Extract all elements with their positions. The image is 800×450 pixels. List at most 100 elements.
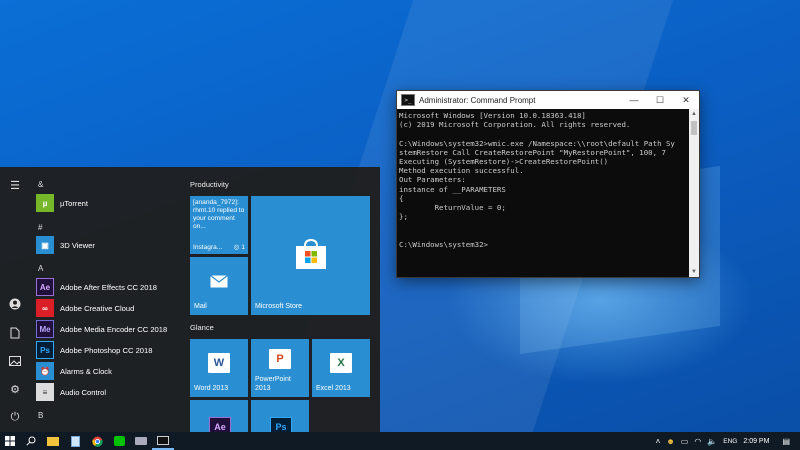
cmd-console-output[interactable]: Microsoft Windows [Version 10.0.18363.41…	[397, 109, 689, 277]
network-icon[interactable]: ▭	[681, 437, 689, 446]
app-after-effects[interactable]: Ae Adobe After Effects CC 2018	[36, 278, 157, 296]
cmd-line	[399, 221, 687, 230]
instagram-badge: ◎ 1	[233, 243, 245, 252]
tile-label: PowerPoint 2013	[255, 376, 291, 392]
app-list: & µ µTorrent # ▣ 3D Viewer A Ae Adobe Af…	[30, 167, 178, 433]
cube-icon: ▣	[36, 236, 54, 254]
cmd-line: Out Parameters:	[399, 175, 466, 185]
settings-gear-icon[interactable]: ⚙	[6, 380, 24, 398]
taskbar: ˄ ☻ ▭ ◠ 🔈 ENG 2:09 PM ▤	[0, 432, 800, 450]
start-rail: ☰ ⚙ ⏻	[0, 167, 30, 433]
command-prompt-window[interactable]: >_ Administrator: Command Prompt — ☐ ✕ M…	[396, 90, 700, 278]
language-indicator[interactable]: ENG	[723, 438, 737, 445]
command-prompt-taskbar-icon[interactable]	[152, 432, 174, 450]
minimize-button[interactable]: —	[621, 95, 647, 105]
wifi-icon[interactable]: ◠	[694, 437, 701, 446]
list-header-amp[interactable]: &	[38, 180, 43, 189]
clock-time[interactable]: 2:09 PM	[743, 438, 769, 445]
cmd-title: Administrator: Command Prompt	[419, 95, 536, 105]
tile-word[interactable]: W Word 2013	[190, 339, 248, 397]
search-icon[interactable]	[20, 432, 42, 450]
list-header-a[interactable]: A	[38, 264, 43, 273]
instagram-notification: [ananda_7972]: rhmt.10 replied to your c…	[193, 199, 245, 230]
line-messenger-icon[interactable]	[108, 432, 130, 450]
scroll-up-icon[interactable]: ▲	[689, 109, 699, 119]
after-effects-icon: Ae	[36, 278, 54, 296]
photoshop-icon: Ps	[36, 341, 54, 359]
cmd-line: stemRestore Call CreateRestorePoint "MyR…	[399, 147, 666, 157]
cmd-app-icon: >_	[401, 94, 415, 106]
tile-microsoft-store[interactable]: Microsoft Store	[251, 196, 370, 315]
cmd-scrollbar[interactable]: ▲ ▼	[689, 109, 699, 277]
tile-label: Excel 2013	[316, 384, 351, 392]
app-creative-cloud[interactable]: ∞ Adobe Creative Cloud	[36, 299, 134, 317]
cmd-title-bar[interactable]: >_ Administrator: Command Prompt — ☐ ✕	[397, 91, 699, 109]
tile-area: Productivity [ananda_7972]: rhmt.10 repl…	[190, 167, 380, 440]
start-menu: ☰ ⚙ ⏻ & µ µTorrent # ▣ 3D Viewer A Ae Ad…	[0, 167, 380, 440]
app-label: Alarms & Clock	[60, 366, 112, 376]
audio-control-icon: ≡	[36, 383, 54, 401]
creative-cloud-icon: ∞	[36, 299, 54, 317]
tile-label: Mail	[194, 302, 207, 310]
group-glance[interactable]: Glance	[190, 323, 214, 332]
windows-start-icon[interactable]	[0, 432, 20, 450]
tile-excel[interactable]: X Excel 2013	[312, 339, 370, 397]
hamburger-menu-icon[interactable]: ☰	[6, 176, 24, 194]
excel-icon: X	[330, 353, 352, 373]
group-productivity[interactable]: Productivity	[190, 180, 229, 189]
power-icon[interactable]: ⏻	[6, 408, 24, 426]
cmd-line: ReturnValue = 0;	[399, 203, 506, 213]
badge-count: 1	[241, 243, 245, 251]
printer-icon[interactable]	[130, 432, 152, 450]
notification-icon[interactable]: ▤	[782, 437, 790, 446]
cmd-line: C:\Windows\system32>	[399, 239, 488, 249]
tile-mail[interactable]: Mail	[190, 257, 248, 315]
chevron-up-icon[interactable]: ˄	[656, 437, 661, 446]
user-avatar-icon[interactable]	[6, 295, 24, 313]
powerpoint-icon: P	[269, 349, 291, 369]
volume-icon[interactable]: 🔈	[707, 437, 717, 446]
media-encoder-icon: Me	[36, 320, 54, 338]
maximize-button[interactable]: ☐	[647, 95, 673, 106]
app-label: Adobe Media Encoder CC 2018	[60, 324, 168, 334]
tile-label: Microsoft Store	[255, 302, 303, 310]
tile-label: Instagra...	[193, 244, 223, 251]
tile-label: Word 2013	[194, 384, 229, 392]
cmd-line: (c) 2019 Microsoft Corporation. All righ…	[399, 120, 631, 130]
app-photoshop[interactable]: Ps Adobe Photoshop CC 2018	[36, 341, 152, 359]
app-label: Audio Control	[60, 387, 107, 397]
app-media-encoder[interactable]: Me Adobe Media Encoder CC 2018	[36, 320, 167, 338]
file-explorer-icon[interactable]	[42, 432, 64, 450]
notepad-icon[interactable]	[64, 432, 86, 450]
utorrent-icon: µ	[36, 194, 54, 212]
cmd-line: };	[399, 212, 408, 222]
store-bag-icon	[251, 234, 370, 274]
scroll-thumb[interactable]	[691, 121, 697, 135]
cmd-line: Executing (SystemRestore)->CreateRestore…	[399, 157, 609, 167]
app-label: Adobe Photoshop CC 2018	[60, 345, 153, 355]
cmd-line: Microsoft Windows [Version 10.0.18363.41…	[399, 111, 586, 120]
close-button[interactable]: ✕	[673, 95, 699, 106]
app-label: Adobe After Effects CC 2018	[60, 282, 157, 292]
scroll-down-icon[interactable]: ▼	[689, 267, 699, 277]
list-header-b[interactable]: B	[38, 411, 43, 420]
cmd-line: C:\Windows\system32>wmic.exe /Namespace:…	[399, 138, 675, 148]
alarm-clock-icon: ⏰	[36, 362, 54, 380]
list-header-hash[interactable]: #	[38, 223, 42, 232]
app-3d-viewer[interactable]: ▣ 3D Viewer	[36, 236, 95, 254]
cmd-line: {	[399, 193, 404, 203]
documents-icon[interactable]	[6, 324, 24, 342]
cmd-line	[399, 129, 687, 138]
instagram-icon: ◎	[233, 244, 240, 251]
pictures-icon[interactable]	[6, 352, 24, 370]
app-audio-control[interactable]: ≡ Audio Control	[36, 383, 106, 401]
app-alarms-clock[interactable]: ⏰ Alarms & Clock	[36, 362, 112, 380]
word-icon: W	[208, 353, 230, 373]
app-label: Adobe Creative Cloud	[60, 303, 135, 313]
tile-powerpoint[interactable]: P PowerPoint 2013	[251, 339, 309, 397]
tile-instagram[interactable]: [ananda_7972]: rhmt.10 replied to your c…	[190, 196, 248, 254]
chrome-icon[interactable]	[86, 432, 108, 450]
app-utorrent[interactable]: µ µTorrent	[36, 194, 88, 212]
app-label: 3D Viewer	[60, 240, 95, 250]
smiley-icon[interactable]: ☻	[666, 437, 674, 446]
